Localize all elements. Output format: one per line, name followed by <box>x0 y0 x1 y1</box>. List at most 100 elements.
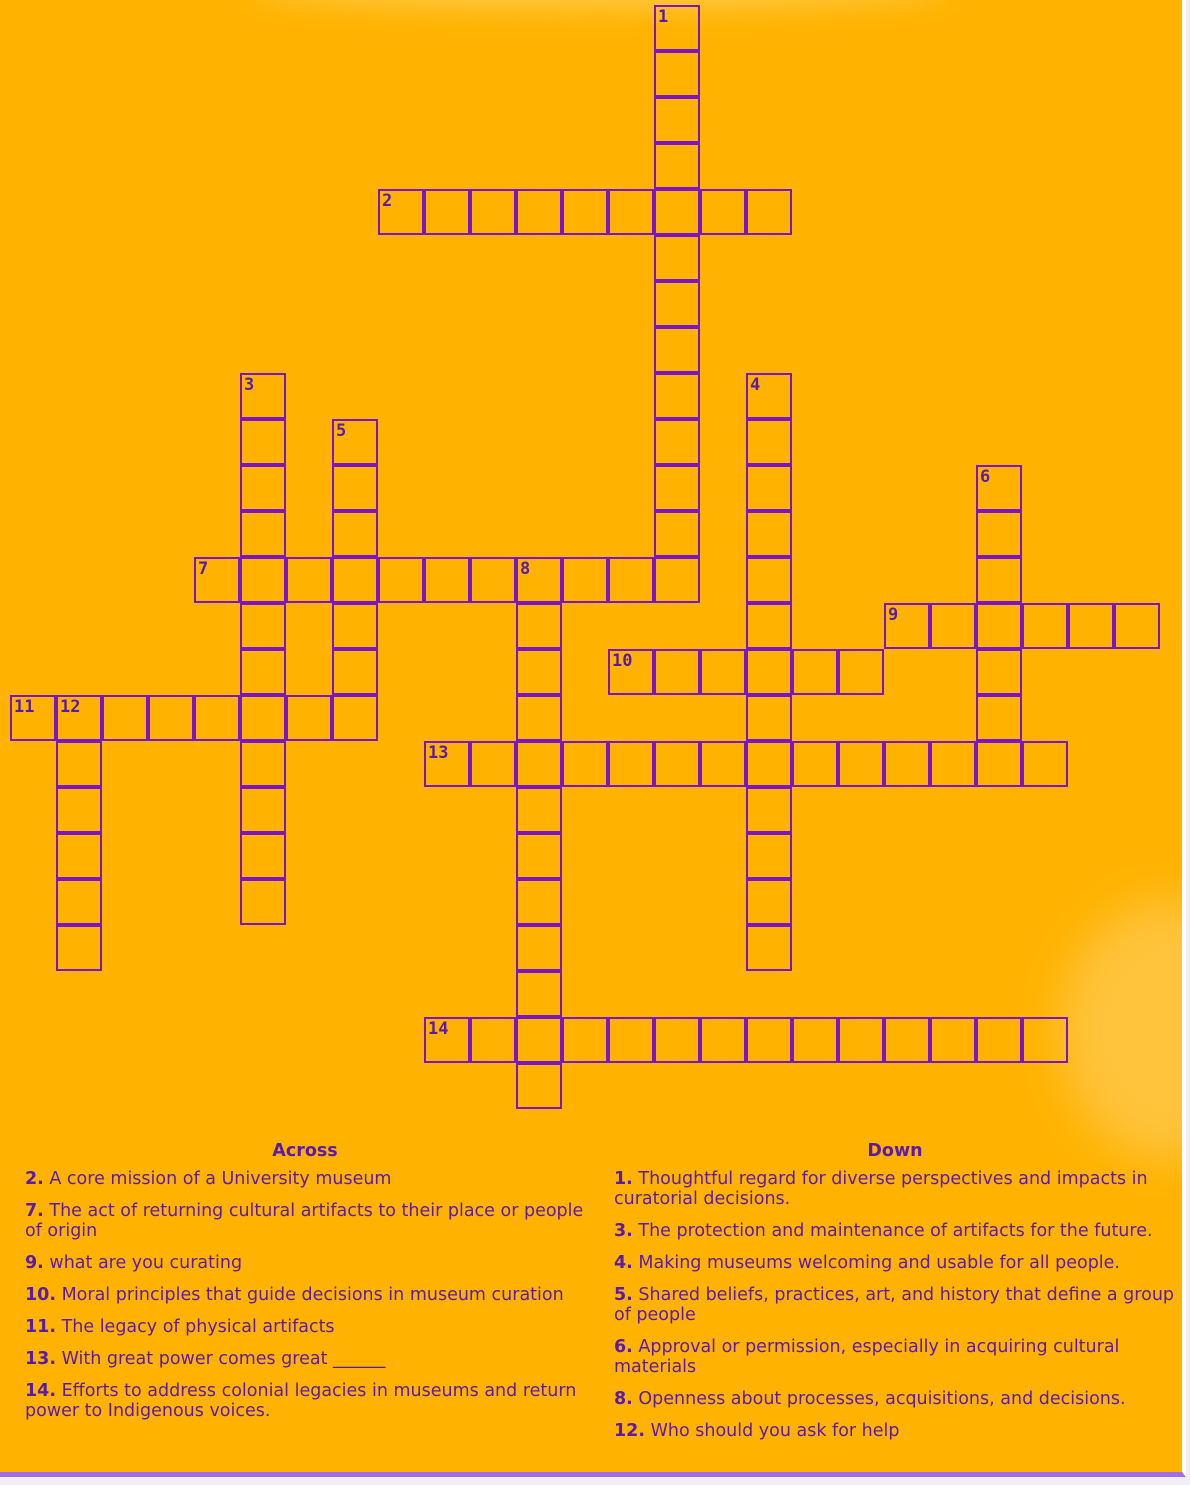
grid-cell[interactable] <box>286 557 332 603</box>
grid-cell[interactable] <box>608 1017 654 1063</box>
grid-cell[interactable] <box>654 235 700 281</box>
grid-cell[interactable] <box>976 557 1022 603</box>
grid-cell[interactable] <box>654 419 700 465</box>
grid-cell[interactable] <box>838 1017 884 1063</box>
grid-cell[interactable] <box>654 741 700 787</box>
grid-cell[interactable] <box>56 833 102 879</box>
grid-cell[interactable] <box>240 787 286 833</box>
grid-cell[interactable] <box>194 695 240 741</box>
grid-cell[interactable] <box>654 373 700 419</box>
grid-cell[interactable] <box>746 465 792 511</box>
grid-cell[interactable] <box>654 189 700 235</box>
grid-cell[interactable] <box>1022 603 1068 649</box>
grid-cell[interactable] <box>516 649 562 695</box>
grid-cell[interactable] <box>240 741 286 787</box>
grid-cell[interactable]: 6 <box>976 465 1022 511</box>
grid-cell[interactable] <box>608 189 654 235</box>
grid-cell[interactable] <box>746 879 792 925</box>
grid-cell[interactable] <box>378 557 424 603</box>
grid-cell[interactable] <box>56 925 102 971</box>
grid-cell[interactable]: 4 <box>746 373 792 419</box>
grid-cell[interactable] <box>1114 603 1160 649</box>
grid-cell[interactable] <box>746 603 792 649</box>
grid-cell[interactable] <box>746 833 792 879</box>
grid-cell[interactable] <box>332 511 378 557</box>
grid-cell[interactable] <box>654 511 700 557</box>
grid-cell[interactable] <box>654 327 700 373</box>
grid-cell[interactable] <box>516 925 562 971</box>
grid-cell[interactable] <box>654 97 700 143</box>
grid-cell[interactable] <box>516 833 562 879</box>
grid-cell[interactable] <box>792 741 838 787</box>
grid-cell[interactable]: 2 <box>378 189 424 235</box>
grid-cell[interactable] <box>240 419 286 465</box>
grid-cell[interactable] <box>332 695 378 741</box>
grid-cell[interactable] <box>332 603 378 649</box>
grid-cell[interactable] <box>746 419 792 465</box>
grid-cell[interactable] <box>746 189 792 235</box>
grid-cell[interactable]: 7 <box>194 557 240 603</box>
grid-cell[interactable] <box>240 833 286 879</box>
grid-cell[interactable]: 12 <box>56 695 102 741</box>
grid-cell[interactable] <box>516 695 562 741</box>
grid-cell[interactable]: 8 <box>516 557 562 603</box>
grid-cell[interactable]: 11 <box>10 695 56 741</box>
grid-cell[interactable]: 3 <box>240 373 286 419</box>
grid-cell[interactable] <box>930 1017 976 1063</box>
grid-cell[interactable] <box>240 603 286 649</box>
grid-cell[interactable] <box>102 695 148 741</box>
grid-cell[interactable] <box>838 649 884 695</box>
grid-cell[interactable] <box>240 879 286 925</box>
grid-cell[interactable] <box>884 741 930 787</box>
grid-cell[interactable] <box>332 649 378 695</box>
grid-cell[interactable] <box>930 603 976 649</box>
grid-cell[interactable] <box>976 603 1022 649</box>
grid-cell[interactable] <box>470 741 516 787</box>
grid-cell[interactable] <box>700 1017 746 1063</box>
grid-cell[interactable] <box>56 879 102 925</box>
grid-cell[interactable] <box>976 511 1022 557</box>
grid-cell[interactable] <box>562 189 608 235</box>
grid-cell[interactable] <box>976 1017 1022 1063</box>
grid-cell[interactable] <box>1022 741 1068 787</box>
grid-cell[interactable] <box>976 649 1022 695</box>
grid-cell[interactable] <box>332 465 378 511</box>
grid-cell[interactable] <box>608 741 654 787</box>
grid-cell[interactable] <box>792 649 838 695</box>
grid-cell[interactable] <box>746 1017 792 1063</box>
grid-cell[interactable] <box>332 557 378 603</box>
grid-cell[interactable]: 10 <box>608 649 654 695</box>
grid-cell[interactable] <box>516 1063 562 1109</box>
grid-cell[interactable] <box>654 557 700 603</box>
grid-cell[interactable] <box>562 557 608 603</box>
grid-cell[interactable] <box>700 741 746 787</box>
grid-cell[interactable] <box>654 281 700 327</box>
grid-cell[interactable] <box>654 51 700 97</box>
grid-cell[interactable] <box>930 741 976 787</box>
grid-cell[interactable] <box>746 741 792 787</box>
grid-cell[interactable] <box>746 511 792 557</box>
grid-cell[interactable] <box>654 143 700 189</box>
grid-cell[interactable] <box>746 787 792 833</box>
grid-cell[interactable] <box>654 649 700 695</box>
grid-cell[interactable] <box>746 557 792 603</box>
grid-cell[interactable] <box>470 189 516 235</box>
grid-cell[interactable] <box>746 649 792 695</box>
grid-cell[interactable] <box>976 695 1022 741</box>
grid-cell[interactable] <box>700 189 746 235</box>
grid-cell[interactable] <box>240 557 286 603</box>
grid-cell[interactable] <box>286 695 332 741</box>
grid-cell[interactable] <box>56 741 102 787</box>
grid-cell[interactable]: 13 <box>424 741 470 787</box>
grid-cell[interactable] <box>240 465 286 511</box>
grid-cell[interactable] <box>700 649 746 695</box>
grid-cell[interactable] <box>654 465 700 511</box>
grid-cell[interactable] <box>1068 603 1114 649</box>
grid-cell[interactable] <box>240 649 286 695</box>
grid-cell[interactable] <box>470 1017 516 1063</box>
grid-cell[interactable] <box>562 1017 608 1063</box>
grid-cell[interactable]: 5 <box>332 419 378 465</box>
grid-cell[interactable] <box>516 971 562 1017</box>
grid-cell[interactable] <box>976 741 1022 787</box>
grid-cell[interactable] <box>746 925 792 971</box>
